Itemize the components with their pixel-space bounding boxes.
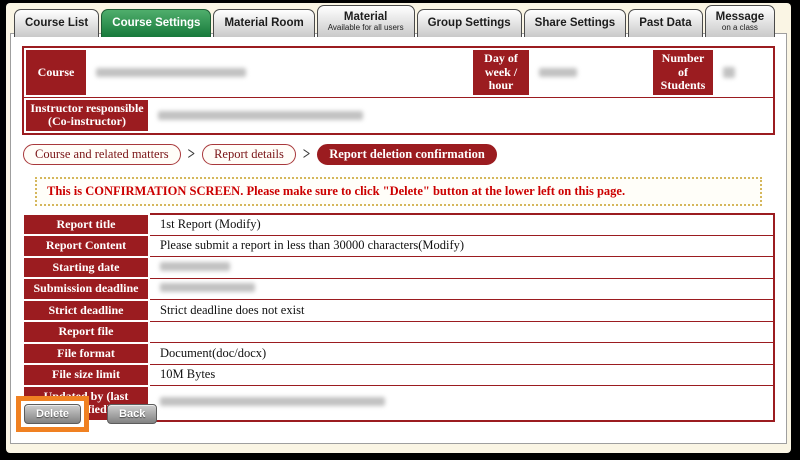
row-label: File size limit xyxy=(23,364,149,386)
tab-sublabel: on a class xyxy=(722,23,758,32)
redacted-updated-by xyxy=(160,397,385,406)
tab-share-settings[interactable]: Share Settings xyxy=(524,9,627,37)
course-info-row-1: Course Day of week / hour Number of Stud… xyxy=(24,48,773,97)
tab-label: Course Settings xyxy=(112,17,200,29)
tab-label: Course List xyxy=(25,17,88,29)
tab-course-list[interactable]: Course List xyxy=(14,9,99,37)
number-of-students-label: Number of Students xyxy=(651,48,715,97)
row-value: 10M Bytes xyxy=(149,364,774,386)
tab-label: Group Settings xyxy=(428,17,511,29)
tab-label: Material Room xyxy=(224,17,303,29)
day-of-week-value xyxy=(531,48,651,97)
redacted-student-count xyxy=(723,67,735,78)
back-button[interactable]: Back xyxy=(107,404,157,424)
course-label: Course xyxy=(24,48,88,97)
breadcrumb: Course and related matters > Report deta… xyxy=(23,144,786,165)
tab-label: Share Settings xyxy=(535,17,616,29)
tab-bar: Course List Course Settings Material Roo… xyxy=(14,5,777,37)
row-value xyxy=(149,257,774,279)
tab-course-settings[interactable]: Course Settings xyxy=(101,9,211,37)
row-label: Starting date xyxy=(23,257,149,279)
tab-label: Past Data xyxy=(639,17,691,29)
table-row: File size limit 10M Bytes xyxy=(23,364,774,386)
row-value xyxy=(149,386,774,421)
row-value: Document(doc/docx) xyxy=(149,343,774,365)
row-value: Please submit a report in less than 3000… xyxy=(149,235,774,257)
tab-material-room[interactable]: Material Room xyxy=(213,9,314,37)
breadcrumb-course-and-related-matters[interactable]: Course and related matters xyxy=(23,144,181,165)
tab-group-settings[interactable]: Group Settings xyxy=(417,9,522,37)
redacted-instructor-names xyxy=(158,111,363,120)
redacted-starting-date xyxy=(160,262,230,271)
content-panel: Course Day of week / hour Number of Stud… xyxy=(10,33,787,444)
row-label: Submission deadline xyxy=(23,278,149,300)
report-details-table: Report title 1st Report (Modify) Report … xyxy=(22,213,775,422)
tab-past-data[interactable]: Past Data xyxy=(628,9,702,37)
row-label: File format xyxy=(23,343,149,365)
table-row: Starting date xyxy=(23,257,774,279)
table-row: Submission deadline xyxy=(23,278,774,300)
confirmation-warning: This is CONFIRMATION SCREEN. Please make… xyxy=(35,177,762,206)
action-bar: Delete Back xyxy=(16,396,157,432)
tab-label: Message xyxy=(716,11,765,23)
row-value xyxy=(149,321,774,343)
breadcrumb-report-details[interactable]: Report details xyxy=(202,144,296,165)
row-value: Strict deadline does not exist xyxy=(149,300,774,322)
tab-material[interactable]: Material Available for all users xyxy=(317,5,415,37)
row-label: Report title xyxy=(23,214,149,236)
course-info-table: Course Day of week / hour Number of Stud… xyxy=(22,46,775,135)
instructor-label: Instructor responsible (Co-instructor) xyxy=(24,98,150,133)
redacted-course-name xyxy=(96,68,246,77)
redacted-submission-deadline xyxy=(160,283,255,292)
row-label: Report file xyxy=(23,321,149,343)
delete-button-highlight: Delete xyxy=(16,396,89,432)
number-of-students-value xyxy=(715,48,773,97)
redacted-day-of-week xyxy=(539,68,577,77)
chevron-right-icon: > xyxy=(188,143,195,165)
row-label: Strict deadline xyxy=(23,300,149,322)
app-background: Course List Course Settings Material Roo… xyxy=(6,3,791,453)
breadcrumb-report-deletion-confirmation: Report deletion confirmation xyxy=(317,144,497,165)
chevron-right-icon: > xyxy=(303,143,310,165)
table-row: File format Document(doc/docx) xyxy=(23,343,774,365)
row-value xyxy=(149,278,774,300)
table-row: Report Content Please submit a report in… xyxy=(23,235,774,257)
row-label: Report Content xyxy=(23,235,149,257)
delete-button[interactable]: Delete xyxy=(24,404,81,424)
day-of-week-label: Day of week / hour xyxy=(471,48,531,97)
row-value: 1st Report (Modify) xyxy=(149,214,774,236)
tab-sublabel: Available for all users xyxy=(328,23,404,32)
table-row: Report title 1st Report (Modify) xyxy=(23,214,774,236)
tab-message[interactable]: Message on a class xyxy=(705,5,776,37)
table-row: Report file xyxy=(23,321,774,343)
table-row: Strict deadline Strict deadline does not… xyxy=(23,300,774,322)
confirmation-warning-text: This is CONFIRMATION SCREEN. Please make… xyxy=(47,184,625,198)
course-info-row-2: Instructor responsible (Co-instructor) xyxy=(24,97,773,133)
course-value xyxy=(88,48,471,97)
tab-label: Material xyxy=(344,11,387,23)
instructor-value xyxy=(150,98,773,133)
